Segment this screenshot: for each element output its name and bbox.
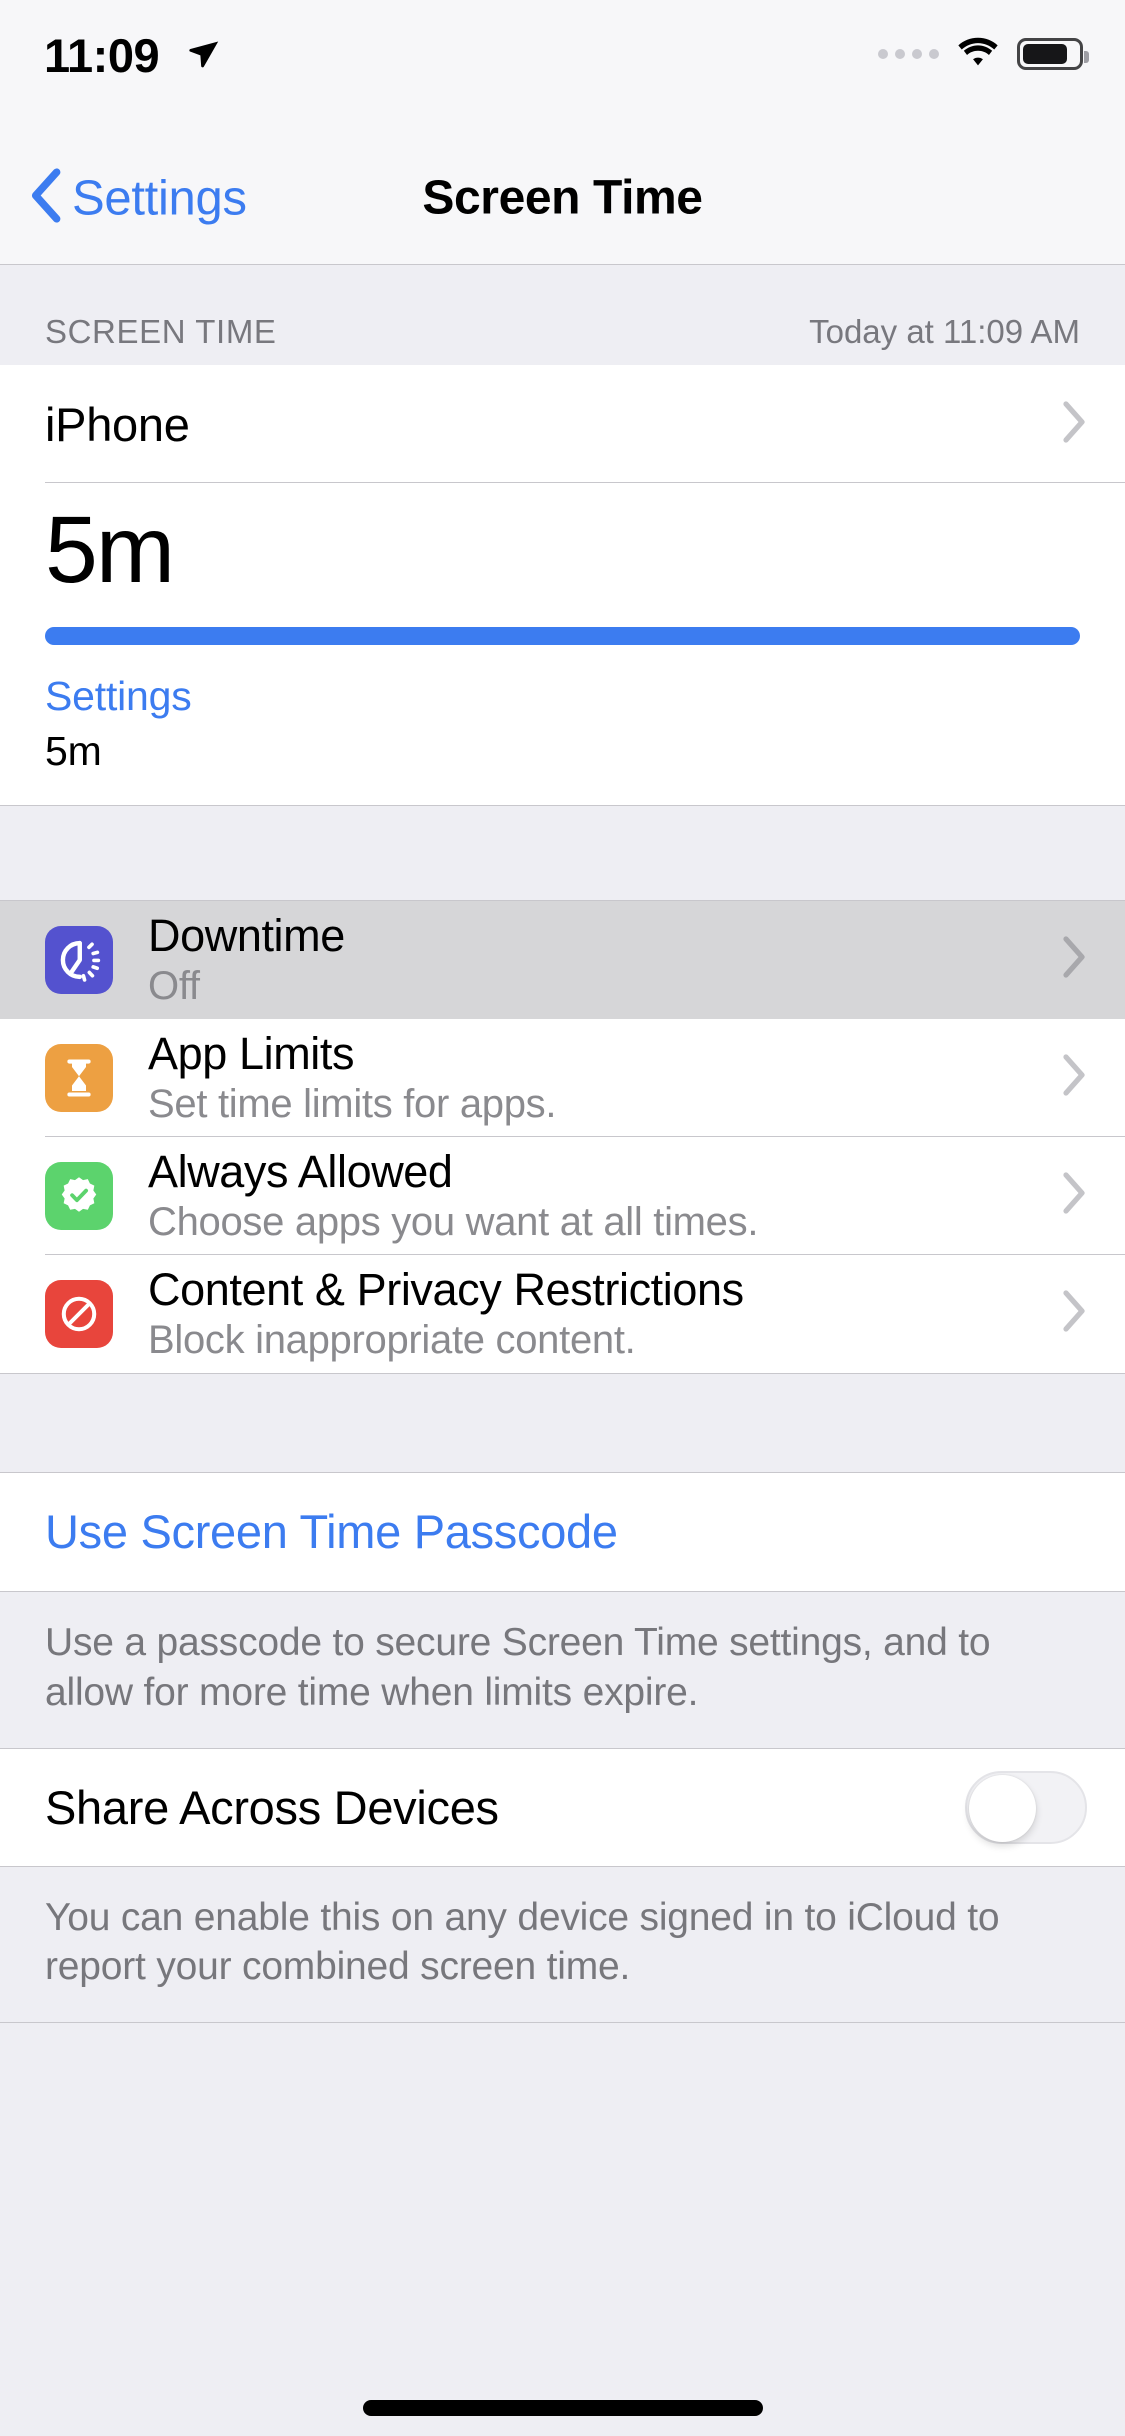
list-item-text-group: Content & Privacy Restrictions Block ina…	[148, 1263, 744, 1363]
list-item-subtitle: Block inappropriate content.	[148, 1317, 636, 1362]
list-item-subtitle: Set time limits for apps.	[148, 1081, 557, 1126]
battery-icon	[1017, 37, 1089, 70]
list-item-text-group: App Limits Set time limits for apps.	[148, 1027, 557, 1127]
section-gap	[0, 1372, 1125, 1473]
passcode-footer-text: Use a passcode to secure Screen Time set…	[0, 1590, 1125, 1749]
usage-category-duration: 5m	[45, 727, 102, 774]
share-across-devices-label: Share Across Devices	[45, 1781, 499, 1835]
chevron-right-icon	[1061, 400, 1087, 449]
status-bar: 11:09	[0, 0, 1125, 132]
list-item-downtime[interactable]: Downtime Off	[0, 900, 1125, 1019]
navigation-bar: Settings Screen Time	[0, 132, 1125, 265]
downtime-icon	[45, 925, 113, 994]
checkmark-seal-icon	[45, 1161, 113, 1230]
list-item-always-allowed[interactable]: Always Allowed Choose apps you want at a…	[0, 1136, 1125, 1255]
list-item-subtitle: Choose apps you want at all times.	[148, 1199, 759, 1244]
list-item-text-group: Always Allowed Choose apps you want at a…	[148, 1145, 759, 1245]
screen-time-header-label: SCREEN TIME	[45, 313, 277, 350]
list-item-content-privacy-restrictions[interactable]: Content & Privacy Restrictions Block ina…	[0, 1254, 1125, 1373]
status-bar-time: 11:09	[44, 29, 160, 82]
home-indicator	[362, 2400, 763, 2416]
passcode-card: Use Screen Time Passcode	[0, 1472, 1125, 1591]
device-row-label: iPhone	[45, 397, 190, 451]
screen-time-settings-screen: 11:09 Settings Screen Time SCREEN TIME T…	[0, 0, 1125, 2436]
share-across-devices-row[interactable]: Share Across Devices	[0, 1748, 1125, 1867]
list-item-title: Downtime	[148, 909, 345, 961]
list-item-title: Always Allowed	[148, 1145, 453, 1197]
list-item-subtitle: Off	[148, 963, 200, 1008]
page-title: Screen Time	[422, 171, 703, 225]
screen-time-card: iPhone 5m Settings 5m	[0, 365, 1125, 805]
share-across-devices-footer-text: You can enable this on any device signed…	[0, 1866, 1125, 2024]
signal-dots-icon	[878, 48, 939, 59]
status-bar-right-icons	[878, 34, 1089, 73]
wifi-icon	[955, 34, 1001, 73]
section-gap	[0, 804, 1125, 901]
chevron-right-icon	[1061, 935, 1087, 984]
location-arrow-icon	[186, 36, 220, 75]
no-entry-icon	[45, 1279, 113, 1348]
screen-time-group-header: SCREEN TIME Today at 11:09 AM	[0, 265, 1125, 365]
list-item-app-limits[interactable]: App Limits Set time limits for apps.	[0, 1018, 1125, 1137]
list-item-text-group: Downtime Off	[148, 909, 345, 1009]
list-item-title: Content & Privacy Restrictions	[148, 1263, 744, 1315]
hourglass-icon	[45, 1043, 113, 1112]
chevron-right-icon	[1061, 1289, 1087, 1338]
use-screen-time-passcode-label: Use Screen Time Passcode	[45, 1505, 618, 1559]
usage-progress-bar	[45, 626, 1080, 645]
usage-summary: 5m Settings 5m	[0, 483, 1125, 805]
list-item-title: App Limits	[148, 1027, 355, 1079]
features-card: Downtime Off App Limits Set time limits …	[0, 900, 1125, 1373]
screen-time-header-timestamp: Today at 11:09 AM	[809, 313, 1080, 350]
toggle-knob	[969, 1775, 1036, 1843]
share-across-devices-card: Share Across Devices	[0, 1748, 1125, 1867]
share-across-devices-toggle[interactable]	[965, 1771, 1087, 1845]
chevron-right-icon	[1061, 1171, 1087, 1220]
use-screen-time-passcode-button[interactable]: Use Screen Time Passcode	[0, 1472, 1125, 1591]
chevron-right-icon	[1061, 1053, 1087, 1102]
device-row-iphone[interactable]: iPhone	[0, 365, 1125, 483]
usage-total-time: 5m	[45, 497, 175, 603]
usage-category-label: Settings	[45, 672, 192, 719]
